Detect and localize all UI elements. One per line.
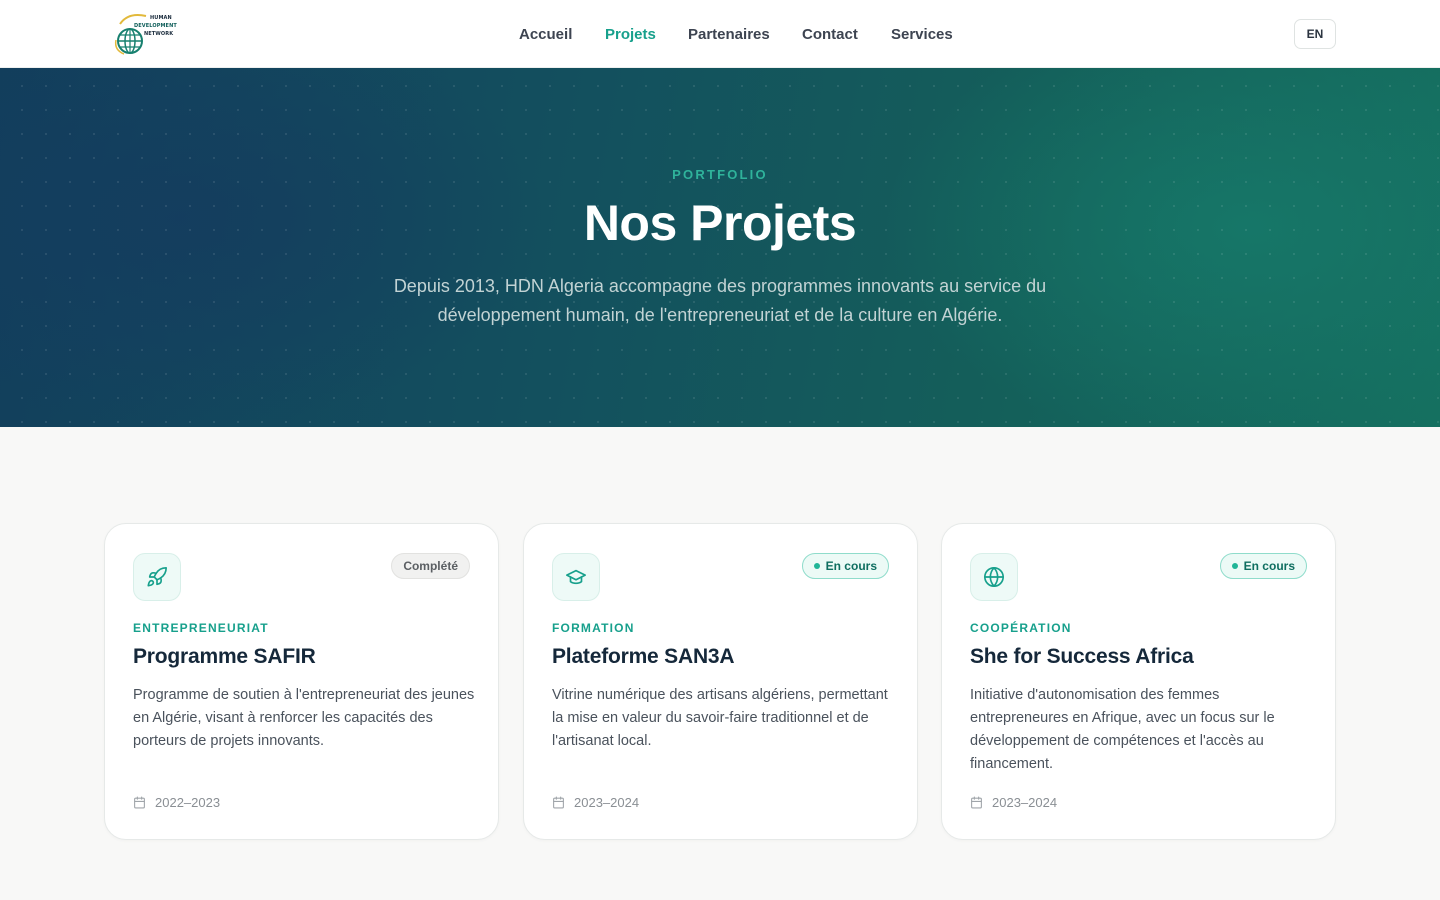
status-label: En cours	[1243, 559, 1295, 573]
site-header: HUMAN DEVELOPMENT NETWORK Accueil Projet…	[0, 0, 1440, 68]
project-card-san3a[interactable]: En cours FORMATION Plateforme SAN3A Vitr…	[523, 523, 918, 840]
status-dot	[813, 563, 820, 569]
hero-eyebrow: PORTFOLIO	[672, 167, 768, 182]
project-period-label: 2023–2024	[992, 795, 1058, 810]
calendar-icon	[971, 796, 982, 809]
calendar-icon	[553, 796, 564, 809]
status-badge: Complété	[391, 553, 470, 579]
nav-item-contact[interactable]: Contact	[802, 26, 858, 43]
project-description: Vitrine numérique des artisans algériens…	[552, 687, 888, 749]
project-description: Initiative d'autonomisation des femmes e…	[970, 687, 1275, 772]
globe-icon	[970, 553, 1018, 601]
project-title[interactable]: Programme SAFIR	[133, 645, 316, 669]
project-title[interactable]: She for Success Africa	[970, 645, 1194, 669]
project-category: COOPÉRATION	[970, 621, 1072, 635]
project-description: Programme de soutien à l'entrepreneuriat…	[133, 687, 475, 749]
project-card-she-for-success[interactable]: En cours COOPÉRATION She for Success Afr…	[941, 523, 1336, 840]
nav-item-partenaires[interactable]: Partenaires	[688, 26, 770, 43]
nav-item-projets[interactable]: Projets	[605, 26, 656, 43]
project-period: 2023–2024	[552, 795, 639, 810]
nav-item-accueil[interactable]: Accueil	[519, 26, 572, 43]
status-label: En cours	[825, 559, 877, 573]
status-label: Complété	[403, 559, 458, 573]
project-card-safir[interactable]: Complété ENTREPRENEURIAT Programme SAFIR…	[104, 523, 499, 840]
calendar-icon	[134, 796, 145, 809]
graduation-cap-icon	[552, 553, 600, 601]
project-period-label: 2023–2024	[574, 795, 640, 810]
status-badge: En cours	[1219, 553, 1307, 579]
project-category: FORMATION	[552, 621, 635, 635]
project-period: 2023–2024	[970, 795, 1057, 810]
project-category: ENTREPRENEURIAT	[133, 621, 269, 635]
project-period-label: 2022–2023	[155, 795, 221, 810]
project-title[interactable]: Plateforme SAN3A	[552, 645, 735, 669]
status-dot	[1231, 563, 1238, 569]
status-badge: En cours	[801, 553, 889, 579]
language-toggle-button[interactable]: EN	[1294, 19, 1336, 49]
main-nav: Accueil Projets Partenaires Contact Serv…	[0, 0, 1440, 68]
hero-banner: PORTFOLIO Nos Projets Depuis 2013, HDN A…	[0, 68, 1440, 427]
nav-item-services[interactable]: Services	[891, 26, 953, 43]
project-period: 2022–2023	[133, 795, 220, 810]
page-title: Nos Projets	[583, 195, 857, 251]
rocket-icon	[133, 553, 181, 601]
hero-description: Depuis 2013, HDN Algeria accompagne des …	[393, 276, 1047, 325]
